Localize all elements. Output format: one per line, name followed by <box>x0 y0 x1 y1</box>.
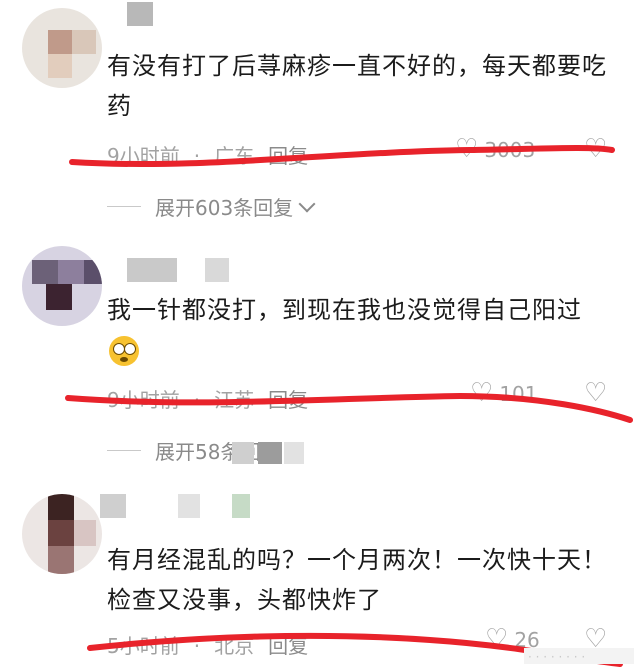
comment-text: 我一针都没打，到现在我也没觉得自己阳过 <box>107 290 607 370</box>
avatar[interactable] <box>22 494 102 574</box>
reply-button[interactable]: 回复 <box>268 634 308 658</box>
avatar[interactable] <box>22 8 102 88</box>
watermark: · · · · · · · · <box>524 644 634 666</box>
timestamp: 9小时前 <box>107 144 180 168</box>
expand-label: 展开603条回复 <box>155 196 294 220</box>
expand-replies-button[interactable]: 展开603条回复 <box>107 192 316 221</box>
blurred-region <box>232 442 254 464</box>
expand-replies-button[interactable]: 展开58条回复 <box>107 436 280 465</box>
username-suffix <box>178 494 200 518</box>
location: 广东 <box>214 144 255 168</box>
svg-text:· · · · · · · ·: · · · · · · · · <box>528 650 585 664</box>
location: 江苏 <box>214 388 255 412</box>
comment-meta: 9小时前 · 江苏 回复 <box>107 384 322 413</box>
username[interactable] <box>127 258 177 282</box>
comment-meta: 5小时前 · 北京 回复 <box>107 630 322 659</box>
heart-icon: ♡ <box>470 378 494 408</box>
username-suffix <box>205 258 229 282</box>
comment-text: 有月经混乱的吗？一个月两次！一次快十天！检查又没事，头都快炸了 <box>107 546 607 614</box>
separator: · <box>193 388 201 412</box>
eye-roll-emoji <box>109 336 139 366</box>
like-button[interactable]: ♡ 101 <box>470 378 538 408</box>
broken-heart-icon[interactable]: ♡ <box>584 378 610 408</box>
location: 北京 <box>214 634 255 658</box>
divider <box>107 206 141 207</box>
separator: · <box>193 144 201 168</box>
reply-button[interactable]: 回复 <box>268 388 308 412</box>
broken-heart-icon[interactable]: ♡ <box>584 134 610 164</box>
avatar[interactable] <box>22 246 102 326</box>
separator: · <box>193 634 201 658</box>
reply-button[interactable]: 回复 <box>268 144 308 168</box>
like-button[interactable]: ♡ 3003 <box>455 134 535 164</box>
comment-item: 有月经混乱的吗？一个月两次！一次快十天！检查又没事，头都快炸了 5小时前 · 北京回… <box>0 480 640 670</box>
username[interactable] <box>127 2 153 26</box>
like-count: 3003 <box>484 138 536 162</box>
comment-meta: 9小时前 · 广东 回复 <box>107 140 322 169</box>
divider <box>107 450 141 451</box>
blurred-region <box>258 442 282 464</box>
chevron-down-icon <box>298 195 316 212</box>
heart-icon: ♡ <box>455 134 479 164</box>
like-count: 101 <box>499 382 538 406</box>
comment-text: 有没有打了后荨麻疹一直不好的，每天都要吃药 <box>107 52 607 120</box>
username[interactable] <box>100 494 126 518</box>
comment-item: 我一针都没打，到现在我也没觉得自己阳过 9小时前 · 江苏 回复 ♡ 101 ♡ 展开5… <box>0 240 640 475</box>
username-badge <box>232 494 250 518</box>
timestamp: 5小时前 <box>107 634 180 658</box>
comment-item: 有没有打了后荨麻疹一直不好的，每天都要吃药 9小时前 · 广东 回复 ♡ 3003 ♡ … <box>0 0 640 230</box>
blurred-region <box>284 442 304 464</box>
heart-icon: ♡ <box>485 624 509 654</box>
comment-text-body: 我一针都没打，到现在我也没觉得自己阳过 <box>107 296 582 324</box>
timestamp: 9小时前 <box>107 388 180 412</box>
